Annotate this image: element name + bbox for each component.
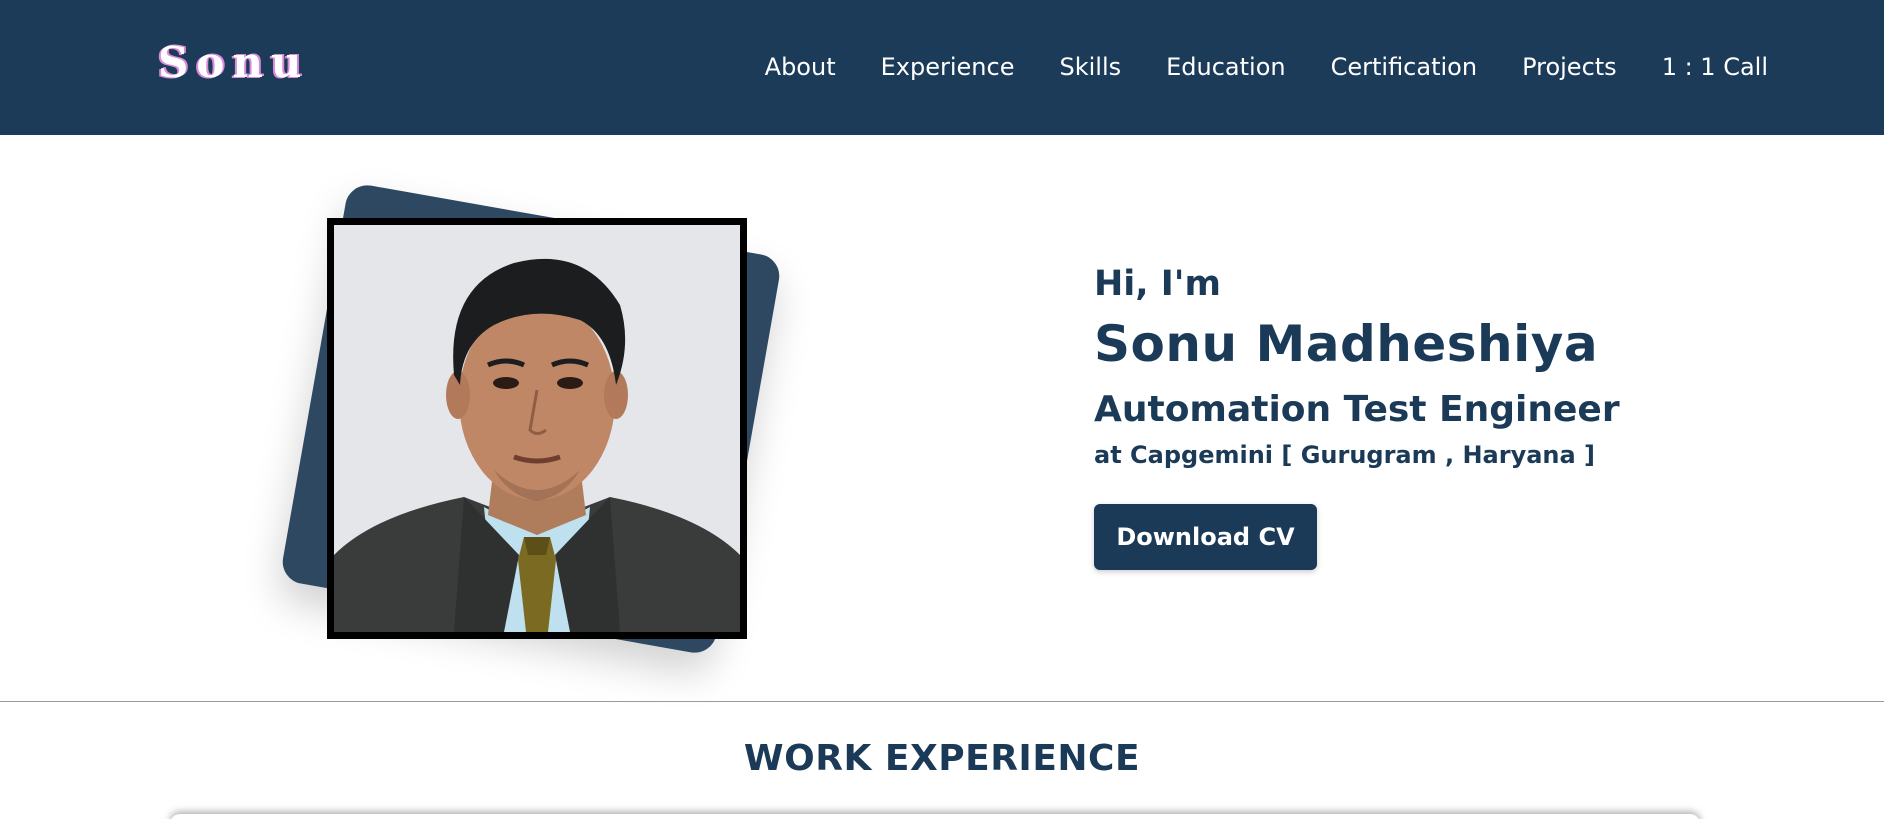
greeting-text: Hi, I'm bbox=[1094, 264, 1221, 304]
profile-name: Sonu Madheshiya bbox=[1094, 315, 1599, 373]
job-title: Automation Test Engineer bbox=[1094, 389, 1620, 430]
nav-link-about[interactable]: About bbox=[765, 53, 836, 81]
nav-menu: About Experience Skills Education Certif… bbox=[765, 48, 1768, 86]
nav-link-experience[interactable]: Experience bbox=[881, 53, 1015, 81]
hero-section: Hi, I'm Sonu Madheshiya Automation Test … bbox=[0, 135, 1884, 701]
profile-photo-illustration bbox=[334, 225, 740, 632]
profile-photo-container bbox=[279, 160, 823, 680]
profile-photo bbox=[327, 218, 747, 639]
intro-block: Hi, I'm Sonu Madheshiya Automation Test … bbox=[1094, 263, 1694, 570]
nav-link-skills[interactable]: Skills bbox=[1059, 53, 1121, 81]
site-logo[interactable]: Sonu bbox=[158, 38, 309, 87]
work-experience-heading: WORK EXPERIENCE bbox=[743, 738, 1141, 779]
nav-link-education[interactable]: Education bbox=[1166, 53, 1285, 81]
download-cv-button[interactable]: Download CV bbox=[1094, 503, 1317, 570]
navbar: Sonu About Experience Skills Education C… bbox=[0, 0, 1884, 135]
nav-link-projects[interactable]: Projects bbox=[1522, 53, 1617, 81]
experience-card bbox=[170, 814, 1700, 819]
nav-link-certification[interactable]: Certification bbox=[1331, 53, 1477, 81]
nav-link-call[interactable]: 1 : 1 Call bbox=[1662, 53, 1768, 81]
section-divider bbox=[0, 701, 1884, 702]
company-location: at Capgemini [ Gurugram , Haryana ] bbox=[1094, 441, 1596, 470]
